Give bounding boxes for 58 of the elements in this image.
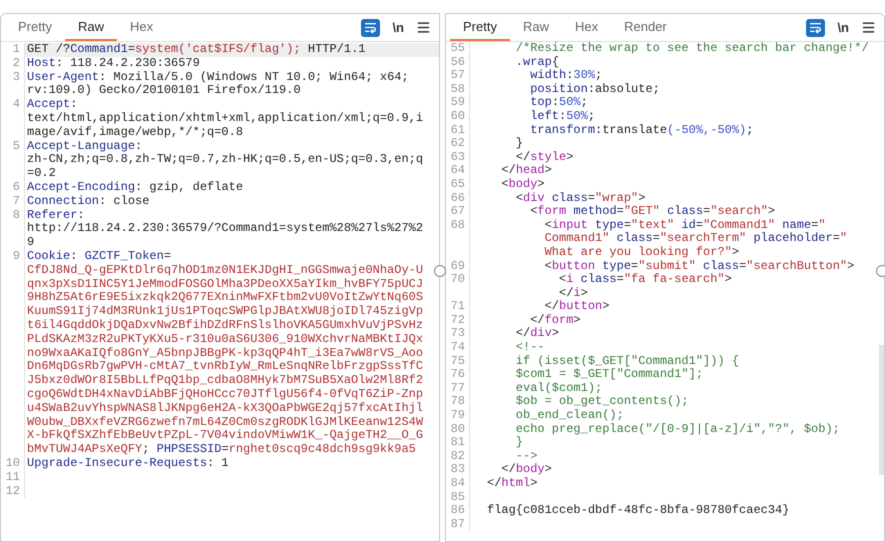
line-number: 83	[450, 462, 465, 476]
newline-toggle-button[interactable]: \n	[392, 18, 404, 38]
line-number: 55	[450, 42, 465, 55]
line-number: 65	[450, 176, 465, 191]
view-tab[interactable]: Render	[611, 14, 680, 41]
line-number: 10	[6, 456, 20, 470]
line-number: 4	[12, 97, 20, 112]
line-number: 66	[450, 190, 465, 205]
line-number: 57	[450, 68, 465, 82]
line-number: 11	[6, 470, 20, 484]
line-number: 80	[450, 422, 465, 436]
line-number: 68	[450, 218, 465, 232]
line-number: 82	[450, 448, 465, 463]
wrap-toggle-button[interactable]	[361, 18, 380, 36]
scrollbar-thumb[interactable]	[879, 345, 884, 475]
line-number: 76	[450, 367, 465, 382]
line-number: 12	[6, 484, 20, 498]
line-number: 3	[12, 70, 20, 84]
line-number: 71	[450, 299, 465, 314]
line-number: 72	[450, 312, 465, 327]
line-number: 61	[450, 122, 465, 137]
line-number: 85	[450, 490, 465, 504]
line-number: 84	[450, 476, 465, 490]
view-tab[interactable]: Hex	[116, 14, 166, 41]
line-number: 5	[12, 138, 20, 153]
line-number: 64	[450, 163, 465, 178]
line-number: 2	[12, 56, 20, 70]
line-number: 79	[450, 408, 465, 422]
line-number: 8	[12, 208, 20, 222]
line-number: 74	[450, 340, 465, 354]
menu-icon[interactable]	[416, 20, 431, 35]
line-number: 62	[450, 136, 465, 150]
view-tab[interactable]: Raw	[510, 14, 562, 41]
line-number: 81	[450, 435, 465, 450]
line-number: 6	[12, 180, 20, 194]
line-number: 75	[450, 354, 465, 368]
line-number: 63	[450, 150, 465, 164]
view-tab[interactable]: Hex	[562, 14, 612, 41]
line-number: 1	[12, 42, 20, 56]
line-number: 9	[12, 248, 20, 263]
line-number: 56	[450, 54, 465, 69]
wrap-toggle-button[interactable]	[806, 18, 826, 36]
view-tab[interactable]: Pretty	[5, 14, 65, 41]
line-number: 60	[450, 108, 465, 123]
line-number: 69	[450, 258, 465, 272]
line-number: 7	[12, 194, 20, 208]
line-number: 73	[450, 326, 465, 340]
newline-toggle-button[interactable]: \n	[837, 18, 849, 38]
line-number: 86	[450, 503, 465, 518]
line-number: 78	[450, 394, 465, 408]
line-number: 77	[450, 380, 465, 395]
line-number: 87	[450, 516, 465, 531]
menu-icon[interactable]	[861, 20, 876, 35]
line-number: 59	[450, 95, 465, 110]
line-number: 67	[450, 204, 465, 218]
line-number: 58	[450, 82, 465, 96]
line-number: 70	[450, 272, 465, 286]
view-tab[interactable]: Raw	[64, 14, 117, 41]
